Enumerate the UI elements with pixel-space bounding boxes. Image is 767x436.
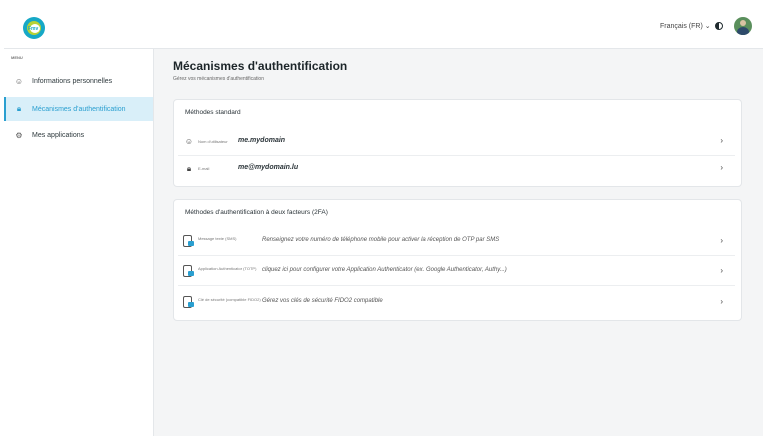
row-username[interactable]: ☺ Nom d'utilisateur me.mydomain › xyxy=(178,129,735,156)
row-totp[interactable]: Application Authenticator (TOTP) cliquez… xyxy=(178,257,735,286)
apps-icon: ⚙ xyxy=(15,130,23,140)
chevron-right-icon: › xyxy=(720,236,723,245)
sidebar-item-my-apps[interactable]: ⚙ Mes applications xyxy=(4,123,153,147)
top-bar: Fmv Français (FR) ⌄ xyxy=(4,6,763,49)
row-description: Gérez vos clés de sécurité FIDO2 compati… xyxy=(262,298,383,304)
page-subtitle: Gérez vos mécanismes d'authentification xyxy=(173,76,264,82)
chevron-right-icon: › xyxy=(720,297,723,306)
chevron-right-icon: › xyxy=(720,163,723,172)
row-description: cliquez ici pour configurer votre Applic… xyxy=(262,267,507,273)
sidebar: MENU ☺ Informations personnelles 🔒︎ Méca… xyxy=(4,49,154,436)
lock-icon: 🔒︎ xyxy=(16,104,22,113)
two-factor-card: Méthodes d'authentification à deux facte… xyxy=(173,199,742,321)
chevron-right-icon: › xyxy=(720,136,723,145)
page-title: Mécanismes d'authentification xyxy=(173,59,348,73)
contrast-icon[interactable] xyxy=(715,22,723,30)
chevron-right-icon: › xyxy=(720,266,723,275)
sidebar-item-auth-mechanisms[interactable]: 🔒︎ Mécanismes d'authentification xyxy=(4,97,153,121)
phone-lock-icon xyxy=(183,296,194,308)
row-fido2[interactable]: Clé de sécurité (compatible FIDO2) Gérez… xyxy=(178,288,735,316)
sidebar-menu-label: MENU xyxy=(11,55,23,60)
user-circle-icon: ☺ xyxy=(14,76,24,86)
row-description: Renseignez votre numéro de téléphone mob… xyxy=(262,237,500,243)
sidebar-item-label: Mes applications xyxy=(32,131,85,139)
row-label: Application Authenticator (TOTP) xyxy=(198,266,257,271)
language-selector[interactable]: Français (FR) ⌄ xyxy=(660,22,711,30)
row-email[interactable]: 🔒︎ E-mail me@mydomain.lu › xyxy=(178,156,735,182)
avatar[interactable] xyxy=(734,17,752,35)
row-label: Nom d'utilisateur xyxy=(198,139,228,144)
row-label: Message texte (SMS) xyxy=(198,236,237,241)
user-circle-icon: ☺ xyxy=(184,137,194,146)
logo-text: Fmv xyxy=(28,26,39,32)
row-label: E-mail xyxy=(198,166,210,171)
sidebar-item-label: Mécanismes d'authentification xyxy=(32,105,126,113)
avatar-head xyxy=(740,20,746,26)
standard-methods-card: Méthodes standard ☺ Nom d'utilisateur me… xyxy=(173,99,742,187)
row-sms[interactable]: Message texte (SMS) Renseignez votre num… xyxy=(178,227,735,256)
phone-lock-icon xyxy=(183,265,194,277)
app-logo[interactable]: Fmv xyxy=(23,17,45,39)
row-value: me@mydomain.lu xyxy=(238,164,299,171)
row-label: Clé de sécurité (compatible FIDO2) xyxy=(198,297,261,302)
sidebar-item-label: Informations personnelles xyxy=(32,77,113,85)
sidebar-item-personal-info[interactable]: ☺ Informations personnelles xyxy=(4,69,153,93)
lock-icon: 🔒︎ xyxy=(186,164,192,173)
card-title: Méthodes d'authentification à deux facte… xyxy=(185,209,328,216)
phone-lock-icon xyxy=(183,235,194,247)
card-title: Méthodes standard xyxy=(185,109,241,116)
avatar-body xyxy=(737,27,749,35)
row-value: me.mydomain xyxy=(238,137,286,144)
